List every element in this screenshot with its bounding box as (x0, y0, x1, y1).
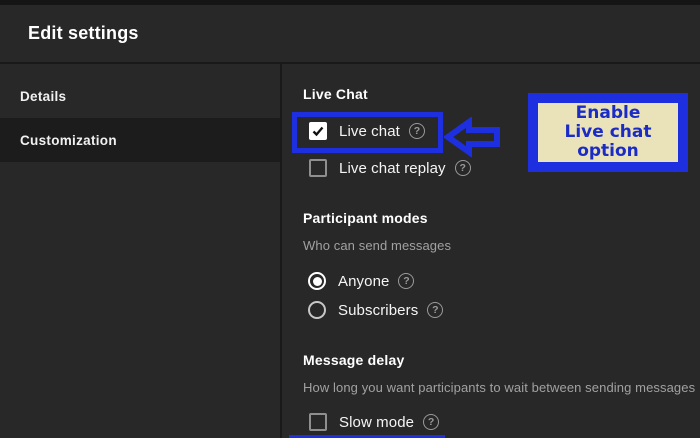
help-icon[interactable]: ? (423, 414, 440, 430)
help-icon[interactable]: ? (398, 273, 415, 289)
live-chat-replay-checkbox[interactable] (309, 159, 327, 177)
subscribers-row[interactable]: Subscribers ? (308, 300, 444, 320)
slow-mode-label[interactable]: Slow mode (339, 414, 414, 431)
help-icon[interactable]: ? (427, 302, 444, 318)
annotation-callout-line: Live chat (564, 122, 652, 142)
section-title-live-chat: Live Chat (303, 86, 368, 102)
section-title-participant-modes: Participant modes (303, 210, 428, 226)
live-chat-replay-label[interactable]: Live chat replay (339, 160, 446, 177)
subscribers-radio[interactable] (308, 301, 326, 319)
anyone-row[interactable]: Anyone ? (308, 271, 415, 291)
sidebar-item-label: Details (20, 88, 67, 104)
radio-dot (312, 276, 322, 286)
annotation-highlight-rect (292, 112, 443, 153)
live-chat-replay-row[interactable]: Live chat replay ? (309, 158, 471, 178)
anyone-label[interactable]: Anyone (338, 273, 389, 290)
annotation-callout-inner: Enable Live chat option (538, 103, 678, 162)
participant-modes-description: Who can send messages (303, 238, 452, 253)
annotation-callout-box: Enable Live chat option (528, 93, 688, 172)
sidebar-item-customization[interactable]: Customization (0, 118, 280, 162)
section-title-message-delay: Message delay (303, 352, 405, 368)
slow-mode-checkbox[interactable] (309, 413, 327, 431)
sidebar-item-details[interactable]: Details (0, 74, 280, 118)
edit-settings-dialog: Edit settings Details Customization Live… (0, 0, 700, 438)
subscribers-label[interactable]: Subscribers (338, 302, 418, 319)
help-icon[interactable]: ? (454, 160, 471, 176)
sidebar: Details Customization (0, 64, 280, 438)
sidebar-item-label: Customization (20, 132, 117, 148)
page-title: Edit settings (28, 23, 139, 43)
annotation-arrow-left-icon (444, 117, 500, 157)
slow-mode-row[interactable]: Slow mode ? (309, 412, 440, 432)
annotation-callout-line: option (577, 141, 639, 161)
annotation-callout-line: Enable (575, 103, 641, 123)
dialog-header: Edit settings (0, 5, 700, 62)
anyone-radio[interactable] (308, 272, 326, 290)
message-delay-description: How long you want participants to wait b… (303, 380, 696, 395)
